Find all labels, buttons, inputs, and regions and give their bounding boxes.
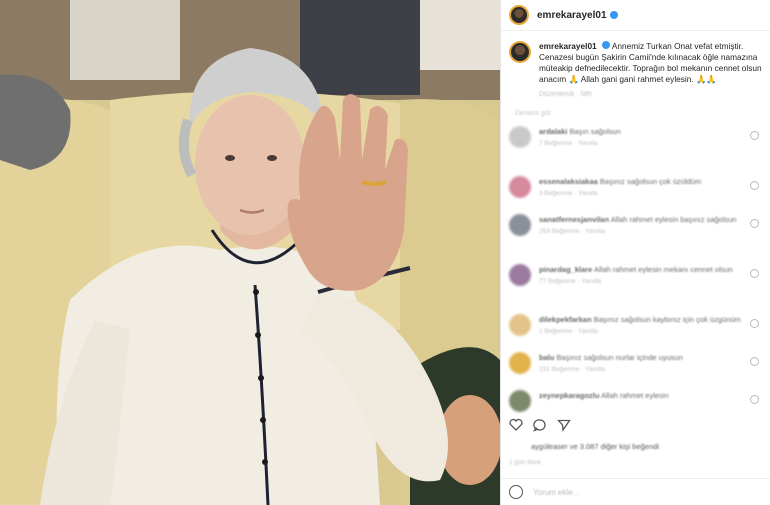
comment-meta: 77 Beğenme · Yanıtla [539, 278, 602, 285]
comment-like-icon[interactable] [750, 181, 759, 190]
comment-like-icon[interactable] [750, 357, 759, 366]
comment-avatar[interactable] [509, 390, 531, 412]
comment-body: Allah rahmet eylesin başınız sağolsun [610, 215, 737, 224]
comment-body: Başın sağolsun [569, 127, 621, 136]
comment-text: dilekpekfarkan Başınız sağolsun kaybınız… [539, 315, 741, 324]
verified-badge-icon [601, 41, 610, 49]
comment-body: Başınız sağolsun nurlar içinde uyusun [556, 353, 683, 362]
comment-text: zeynepkaragozlu Allah rahmet eylesin [539, 391, 669, 400]
comment-username[interactable]: ardalaki [539, 127, 567, 136]
caption-username[interactable]: emrekarayel01 [539, 41, 597, 51]
comment-avatar[interactable] [509, 176, 531, 198]
post-date: 1 gün önce [509, 459, 542, 466]
comment-body: Allah rahmet eylesin [601, 391, 669, 400]
comment-username[interactable]: pinardag_klare [539, 265, 592, 274]
share-icon[interactable] [557, 418, 571, 432]
post-photo [0, 0, 500, 505]
comment-meta: 3 Beğenme · Yanıtla [539, 190, 598, 197]
comment-row: balu Başınız sağolsun nurlar içinde uyus… [509, 352, 769, 386]
post-side-panel: emrekarayel01 emrekarayel01 Annemiz Turk… [500, 0, 770, 505]
comment-username[interactable]: balu [539, 353, 554, 362]
comment-like-icon[interactable] [750, 219, 759, 228]
comment-icon[interactable] [533, 418, 547, 432]
comment-text: ardalaki Başın sağolsun [539, 127, 621, 136]
comment-avatar[interactable] [509, 352, 531, 374]
comment-meta: 253 Beğenme · Yanıtla [539, 228, 605, 235]
comment-text: sanatfernesjanvilan Allah rahmet eylesin… [539, 215, 737, 224]
add-comment-input[interactable]: Yorum ekle... [533, 488, 579, 497]
action-bar [509, 418, 571, 432]
comment-row: pinardag_klare Allah rahmet eylesin meka… [509, 264, 769, 298]
comment-meta: 7 Beğenme · Yanıtla [539, 140, 598, 147]
comment-body: Başınız sağolsun çok üzüldüm [599, 177, 702, 186]
comment-meta: 1 Beğenme · Yanıtla [539, 328, 598, 335]
comment-username[interactable]: zeynepkaragozlu [539, 391, 599, 400]
comment-like-icon[interactable] [750, 395, 759, 404]
comment-username[interactable]: essenalaksiakaa [539, 177, 598, 186]
comment-row: dilekpekfarkan Başınız sağolsun kaybınız… [509, 314, 769, 348]
comment-username[interactable]: sanatfernesjanvilan [539, 215, 609, 224]
comment-like-icon[interactable] [750, 269, 759, 278]
comment-text: balu Başınız sağolsun nurlar içinde uyus… [539, 353, 683, 362]
comment-avatar[interactable] [509, 264, 531, 286]
photo-elderly-woman-raising-hand [0, 0, 500, 505]
post-caption: emrekarayel01 Annemiz Turkan Onat vefat … [501, 31, 770, 85]
caption-text-block: emrekarayel01 Annemiz Turkan Onat vefat … [539, 41, 762, 85]
comment-text: pinardag_klare Allah rahmet eylesin meka… [539, 265, 733, 274]
comment-text: essenalaksiakaa Başınız sağolsun çok üzü… [539, 177, 701, 186]
comment-row: ardalaki Başın sağolsun 7 Beğenme · Yanıt… [509, 126, 769, 160]
add-comment-bar: Yorum ekle... [501, 478, 770, 505]
emoji-icon[interactable] [509, 485, 523, 499]
avatar[interactable] [509, 5, 529, 25]
comment-username[interactable]: dilekpekfarkan [539, 315, 592, 324]
comment-like-icon[interactable] [750, 319, 759, 328]
post-header: emrekarayel01 [501, 0, 770, 31]
comment-avatar[interactable] [509, 214, 531, 236]
comment-body: Allah rahmet eylesin mekanı cennet olsun [594, 265, 733, 274]
caption-meta: Düzenlendi · 58h [539, 91, 592, 98]
caption-avatar[interactable] [509, 41, 531, 63]
comment-body: Başınız sağolsun kaybınız için çok üzgün… [593, 315, 741, 324]
heart-icon[interactable] [509, 418, 523, 432]
more-comments-link[interactable]: Devamı gör [515, 110, 770, 117]
verified-badge-icon [609, 11, 618, 19]
comment-avatar[interactable] [509, 126, 531, 148]
comment-row: sanatfernesjanvilan Allah rahmet eylesin… [509, 214, 769, 248]
comment-avatar[interactable] [509, 314, 531, 336]
comment-row: essenalaksiakaa Başınız sağolsun çok üzü… [509, 176, 769, 210]
likes-count[interactable]: aygüleaser ve 3.087 diğer kişi beğendi [531, 442, 659, 451]
comment-meta: 151 Beğenme · Yanıtla [539, 366, 605, 373]
post-username[interactable]: emrekarayel01 [537, 10, 607, 21]
comment-like-icon[interactable] [750, 131, 759, 140]
